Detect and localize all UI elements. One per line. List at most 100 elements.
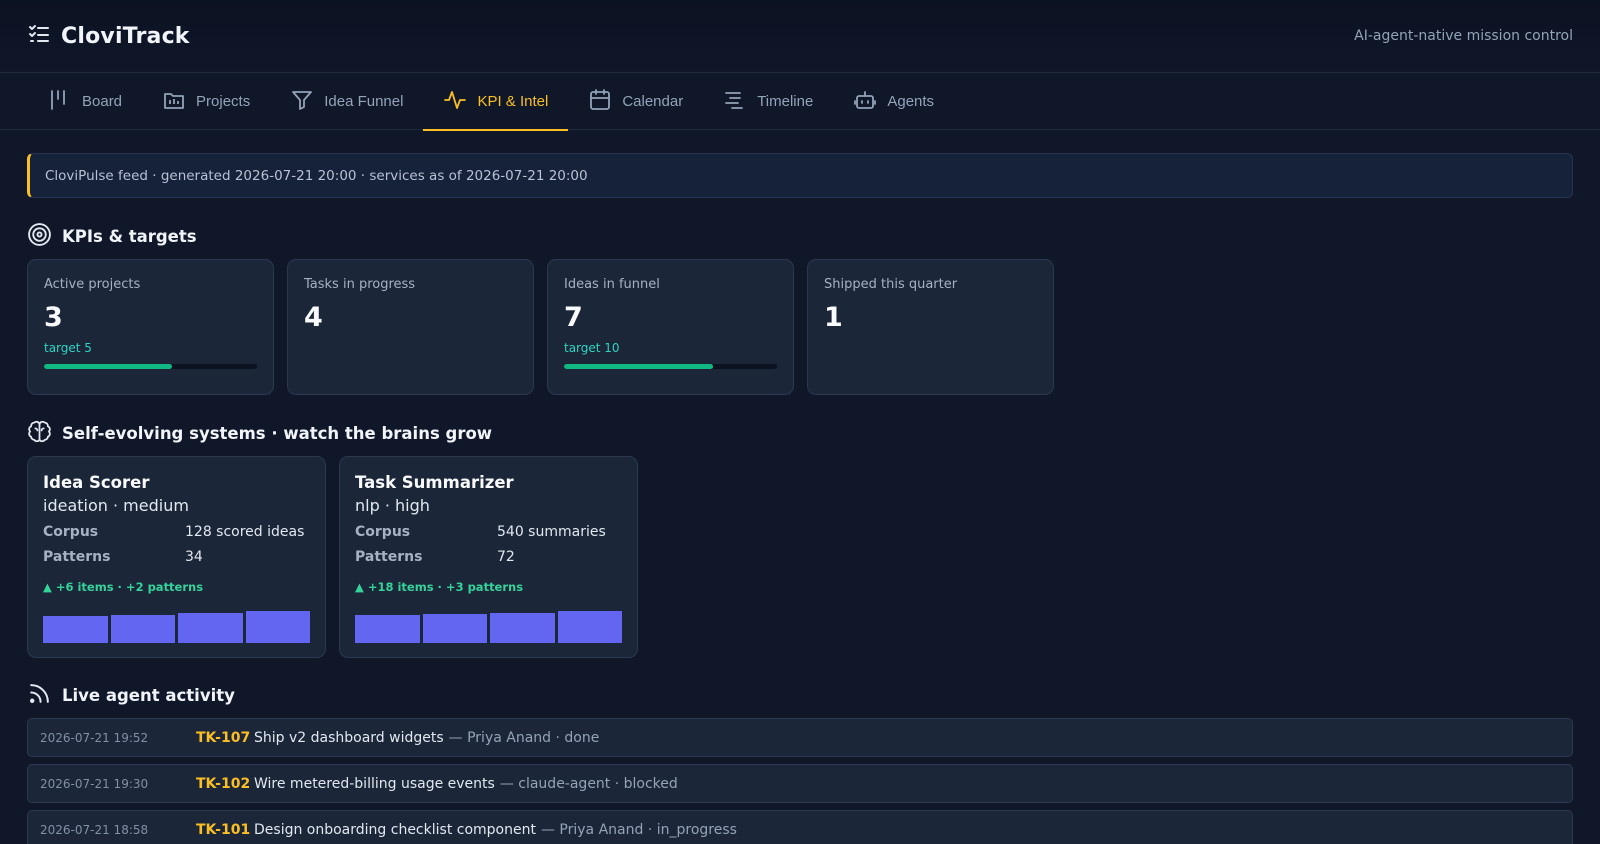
section-label: KPIs & targets xyxy=(62,227,197,246)
activity-row[interactable]: 2026-07-21 19:30 TK-102 Wire metered-bil… xyxy=(27,764,1573,803)
tab-board[interactable]: Board xyxy=(28,73,142,130)
tab-label: Board xyxy=(82,93,123,110)
activity-time: 2026-07-21 19:30 xyxy=(40,776,149,791)
tab-label: Calendar xyxy=(622,93,684,110)
kpi-value: 7 xyxy=(564,302,583,333)
kpi-card-active-projects: Active projects 3 target 5 xyxy=(27,259,274,395)
activity-section-title: Live agent activity xyxy=(27,681,235,710)
growth-bar xyxy=(422,614,487,643)
system-name: Idea Scorer xyxy=(43,473,150,492)
tab-kpi-intel[interactable]: KPI & Intel xyxy=(423,73,569,131)
tab-label: Agents xyxy=(887,93,935,110)
task-id-link[interactable]: TK-107 xyxy=(196,730,254,746)
activity-meta: — Priya Anand · in_progress xyxy=(540,821,737,838)
growth-sparkbars xyxy=(43,611,310,643)
section-label: Live agent activity xyxy=(62,686,235,705)
growth-bar xyxy=(43,616,108,643)
brain-icon xyxy=(27,419,52,448)
checklist-icon xyxy=(27,22,51,50)
kpi-target: target 10 xyxy=(564,341,620,355)
corpus-value: 128 scored ideas xyxy=(185,524,305,540)
pulse-icon xyxy=(443,88,467,116)
corpus-value: 540 summaries xyxy=(497,524,606,540)
system-patterns-row: Patterns 72 xyxy=(355,549,622,565)
systems-section-title: Self-evolving systems · watch the brains… xyxy=(27,419,492,448)
system-delta: ▲ +6 items · +2 patterns xyxy=(43,580,204,594)
corpus-label: Corpus xyxy=(43,524,99,540)
kpi-target: target 5 xyxy=(44,341,92,355)
growth-bar xyxy=(490,612,555,643)
patterns-value: 34 xyxy=(185,549,203,565)
growth-bar xyxy=(110,614,175,643)
app-tagline: AI-agent-native mission control xyxy=(1354,28,1573,44)
system-patterns-row: Patterns 34 xyxy=(43,549,310,565)
tab-timeline[interactable]: Timeline xyxy=(703,73,833,130)
brand[interactable]: CloviTrack xyxy=(27,22,190,50)
task-id-link[interactable]: TK-101 xyxy=(196,822,254,838)
kpis-section-title: KPIs & targets xyxy=(27,222,197,251)
system-name: Task Summarizer xyxy=(355,473,514,492)
tab-calendar[interactable]: Calendar xyxy=(568,73,703,130)
rss-icon xyxy=(27,681,52,710)
activity-meta: — Priya Anand · done xyxy=(448,729,600,746)
app-header: CloviTrack AI-agent-native mission contr… xyxy=(0,0,1600,73)
tab-label: Idea Funnel xyxy=(324,93,404,110)
growth-bar xyxy=(245,611,310,643)
system-corpus-row: Corpus 128 scored ideas xyxy=(43,524,310,540)
growth-sparkbars xyxy=(355,611,622,643)
kpi-value: 4 xyxy=(304,302,323,333)
system-card-idea-scorer: Idea Scorer ideation · medium Corpus 128… xyxy=(27,456,326,658)
kpi-card-shipped-this-quarter: Shipped this quarter 1 xyxy=(807,259,1054,395)
tab-label: Timeline xyxy=(757,93,814,110)
activity-title: Design onboarding checklist component xyxy=(254,821,536,838)
kpi-label: Shipped this quarter xyxy=(824,277,958,292)
system-delta: ▲ +18 items · +3 patterns xyxy=(355,580,524,594)
kpi-progress-fill xyxy=(44,364,172,369)
task-id-link[interactable]: TK-102 xyxy=(196,776,254,792)
robot-icon xyxy=(853,88,877,116)
timeline-icon xyxy=(723,88,747,116)
main-nav: Board Projects Idea Funnel KPI & Intel C… xyxy=(0,73,1600,131)
activity-time: 2026-07-21 18:58 xyxy=(40,822,149,837)
kpi-label: Tasks in progress xyxy=(304,277,416,292)
system-subtitle: nlp · high xyxy=(355,496,430,515)
tab-agents[interactable]: Agents xyxy=(833,73,954,130)
kpi-progress-fill xyxy=(564,364,714,369)
tab-idea-funnel[interactable]: Idea Funnel xyxy=(270,73,423,130)
activity-title: Ship v2 dashboard widgets xyxy=(254,729,444,746)
kpi-label: Ideas in funnel xyxy=(564,277,660,292)
tab-label: Projects xyxy=(196,93,251,110)
patterns-label: Patterns xyxy=(355,549,423,565)
kpi-progress-bar xyxy=(44,364,257,369)
growth-bar xyxy=(355,615,420,643)
patterns-value: 72 xyxy=(497,549,515,565)
funnel-icon xyxy=(290,88,314,116)
tab-label: KPI & Intel xyxy=(477,93,549,110)
corpus-label: Corpus xyxy=(355,524,411,540)
growth-bar xyxy=(557,611,622,643)
activity-meta: — claude-agent · blocked xyxy=(499,775,678,792)
kpi-card-tasks-in-progress: Tasks in progress 4 xyxy=(287,259,534,395)
system-subtitle: ideation · medium xyxy=(43,496,189,515)
projects-icon xyxy=(162,88,186,116)
kpi-label: Active projects xyxy=(44,277,141,292)
growth-bar xyxy=(178,612,243,643)
activity-row[interactable]: 2026-07-21 19:52 TK-107 Ship v2 dashboar… xyxy=(27,718,1573,757)
system-card-task-summarizer: Task Summarizer nlp · high Corpus 540 su… xyxy=(339,456,638,658)
system-corpus-row: Corpus 540 summaries xyxy=(355,524,622,540)
calendar-icon xyxy=(588,88,612,116)
kpi-progress-bar xyxy=(564,364,777,369)
patterns-label: Patterns xyxy=(43,549,111,565)
kpi-value: 3 xyxy=(44,302,63,333)
target-icon xyxy=(27,222,52,251)
board-icon xyxy=(48,88,72,116)
app-name: CloviTrack xyxy=(61,23,190,49)
activity-title: Wire metered-billing usage events xyxy=(254,775,495,792)
kpi-value: 1 xyxy=(824,302,843,333)
activity-row[interactable]: 2026-07-21 18:58 TK-101 Design onboardin… xyxy=(27,810,1573,844)
kpi-card-ideas-in-funnel: Ideas in funnel 7 target 10 xyxy=(547,259,794,395)
section-label: Self-evolving systems · watch the brains… xyxy=(62,424,493,443)
tab-projects[interactable]: Projects xyxy=(142,73,270,130)
feed-banner: CloviPulse feed · generated 2026-07-21 2… xyxy=(27,153,1573,198)
activity-time: 2026-07-21 19:52 xyxy=(40,730,149,745)
